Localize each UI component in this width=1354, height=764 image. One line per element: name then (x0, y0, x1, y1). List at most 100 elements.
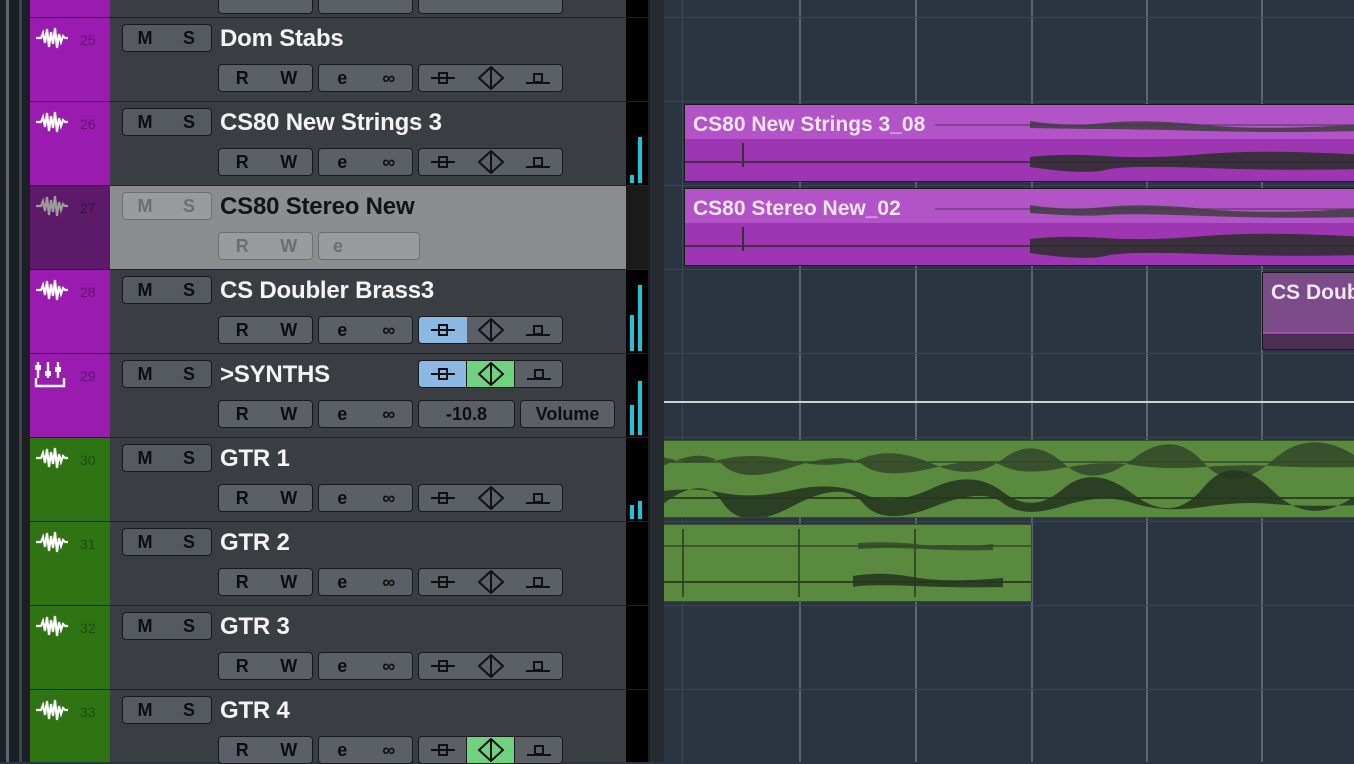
mute-button[interactable]: M (123, 277, 167, 303)
arrange-area[interactable]: CS80 New Strings 3_08 CS80 Stereo New_02… (664, 0, 1354, 762)
read-automation-button[interactable]: R (219, 737, 266, 763)
fader-icon[interactable] (419, 653, 467, 679)
keyframe-diamond-icon[interactable] (466, 737, 515, 763)
track-row[interactable]: 25 M S Dom Stabs R W e ∞ (30, 18, 650, 102)
fader-icon[interactable] (419, 65, 467, 91)
edit-button[interactable]: e (319, 569, 366, 595)
track-name[interactable]: GTR 4 (220, 697, 290, 725)
edit-button[interactable]: e (319, 485, 366, 511)
track-row[interactable]: 31 M S GTR 2 R W e ∞ (30, 522, 650, 606)
link-button[interactable]: ∞ (366, 737, 413, 763)
track-name[interactable]: CS Doubler Brass3 (220, 277, 434, 305)
edit-button[interactable]: e (319, 401, 366, 427)
read-automation-button[interactable]: R (219, 65, 266, 91)
track-row[interactable]: 32 M S GTR 3 R W e ∞ (30, 606, 650, 690)
keyframe-diamond-icon[interactable] (467, 569, 515, 595)
keyframe-diamond-icon[interactable] (467, 653, 515, 679)
track-row[interactable]: 33 M S GTR 4 R W e ∞ (30, 690, 650, 764)
read-automation-button[interactable]: R (219, 485, 266, 511)
edit-button[interactable]: e (319, 737, 366, 763)
solo-button[interactable]: S (167, 109, 211, 135)
fader-icon[interactable] (419, 737, 466, 763)
volume-value[interactable]: -10.8 (418, 400, 515, 428)
fader-icon[interactable] (419, 361, 466, 387)
solo-button[interactable]: S (167, 445, 211, 471)
solo-button[interactable]: S (167, 361, 211, 387)
step-icon[interactable] (514, 317, 562, 343)
step-icon[interactable] (515, 361, 562, 387)
step-icon[interactable] (514, 149, 562, 175)
link-button[interactable]: ∞ (366, 653, 413, 679)
write-automation-button[interactable]: W (266, 737, 313, 763)
link-button[interactable]: ∞ (366, 401, 413, 427)
fader-icon[interactable] (419, 317, 467, 343)
partial-button[interactable] (418, 0, 563, 14)
step-icon[interactable] (514, 65, 562, 91)
step-icon[interactable] (514, 485, 562, 511)
mute-button[interactable]: M (123, 361, 167, 387)
keyframe-diamond-icon[interactable] (466, 361, 515, 387)
edit-button[interactable]: e (319, 65, 366, 91)
solo-button[interactable]: S (167, 277, 211, 303)
link-button[interactable]: ∞ (366, 485, 413, 511)
write-automation-button[interactable]: W (266, 653, 313, 679)
track-row[interactable]: 30 M S GTR 1 R W e ∞ (30, 438, 650, 522)
link-button[interactable]: ∞ (366, 569, 413, 595)
write-automation-button[interactable]: W (266, 149, 313, 175)
track-name[interactable]: GTR 1 (220, 445, 290, 473)
automation-parameter[interactable]: Volume (520, 400, 615, 428)
track-row[interactable]: 28 M S CS Doubler Brass3 R W e ∞ (30, 270, 650, 354)
edit-button[interactable]: e (319, 317, 366, 343)
write-automation-button[interactable]: W (266, 485, 313, 511)
link-button[interactable]: ∞ (366, 149, 413, 175)
track-row-group[interactable]: 29 M S >SYNTHS R W e ∞ -10.8 Volume (30, 354, 650, 438)
link-button[interactable]: ∞ (366, 65, 413, 91)
solo-button[interactable]: S (167, 529, 211, 555)
track-name[interactable]: CS80 New Strings 3 (220, 109, 442, 137)
audio-clip[interactable]: CS80 New Strings 3_08 (684, 104, 1354, 182)
fader-icon[interactable] (419, 149, 467, 175)
mute-button[interactable]: M (123, 25, 167, 51)
solo-button[interactable]: S (167, 193, 211, 219)
solo-button[interactable]: S (167, 25, 211, 51)
panel-divider[interactable] (648, 0, 664, 762)
mute-button[interactable]: M (123, 697, 167, 723)
edit-button[interactable]: e (319, 653, 366, 679)
mute-button[interactable]: M (123, 109, 167, 135)
keyframe-diamond-icon[interactable] (467, 65, 515, 91)
track-row-selected[interactable]: 27 M S CS80 Stereo New R W e (30, 186, 650, 270)
solo-button[interactable]: S (167, 613, 211, 639)
keyframe-diamond-icon[interactable] (467, 317, 515, 343)
track-name[interactable]: GTR 3 (220, 613, 290, 641)
track-name[interactable]: GTR 2 (220, 529, 290, 557)
read-automation-button[interactable]: R (219, 401, 266, 427)
mute-button[interactable]: M (123, 445, 167, 471)
write-automation-button[interactable]: W (266, 65, 313, 91)
write-automation-button[interactable]: W (266, 317, 313, 343)
fader-icon[interactable] (419, 485, 467, 511)
fader-icon[interactable] (419, 569, 467, 595)
read-automation-button[interactable]: R (219, 149, 266, 175)
solo-button[interactable]: S (167, 697, 211, 723)
audio-clip[interactable] (664, 524, 1032, 602)
audio-clip[interactable]: CS Doubler Brass3 (1262, 272, 1354, 350)
keyframe-diamond-icon[interactable] (467, 149, 515, 175)
keyframe-diamond-icon[interactable] (467, 485, 515, 511)
write-automation-button[interactable]: W (266, 401, 313, 427)
link-button[interactable]: ∞ (366, 317, 413, 343)
write-automation-button[interactable]: W (266, 569, 313, 595)
partial-button[interactable] (218, 0, 313, 14)
step-icon[interactable] (514, 569, 562, 595)
mute-button[interactable]: M (123, 613, 167, 639)
partial-button[interactable] (318, 0, 413, 14)
track-name[interactable]: Dom Stabs (220, 25, 344, 53)
mute-button[interactable]: M (123, 529, 167, 555)
track-name[interactable]: >SYNTHS (220, 361, 330, 389)
audio-clip[interactable] (664, 440, 1354, 518)
read-automation-button[interactable]: R (219, 233, 266, 259)
read-automation-button[interactable]: R (219, 569, 266, 595)
read-automation-button[interactable]: R (219, 653, 266, 679)
edit-button[interactable]: e (319, 149, 366, 175)
read-automation-button[interactable]: R (219, 317, 266, 343)
track-row[interactable]: 26 M S CS80 New Strings 3 R W e ∞ (30, 102, 650, 186)
